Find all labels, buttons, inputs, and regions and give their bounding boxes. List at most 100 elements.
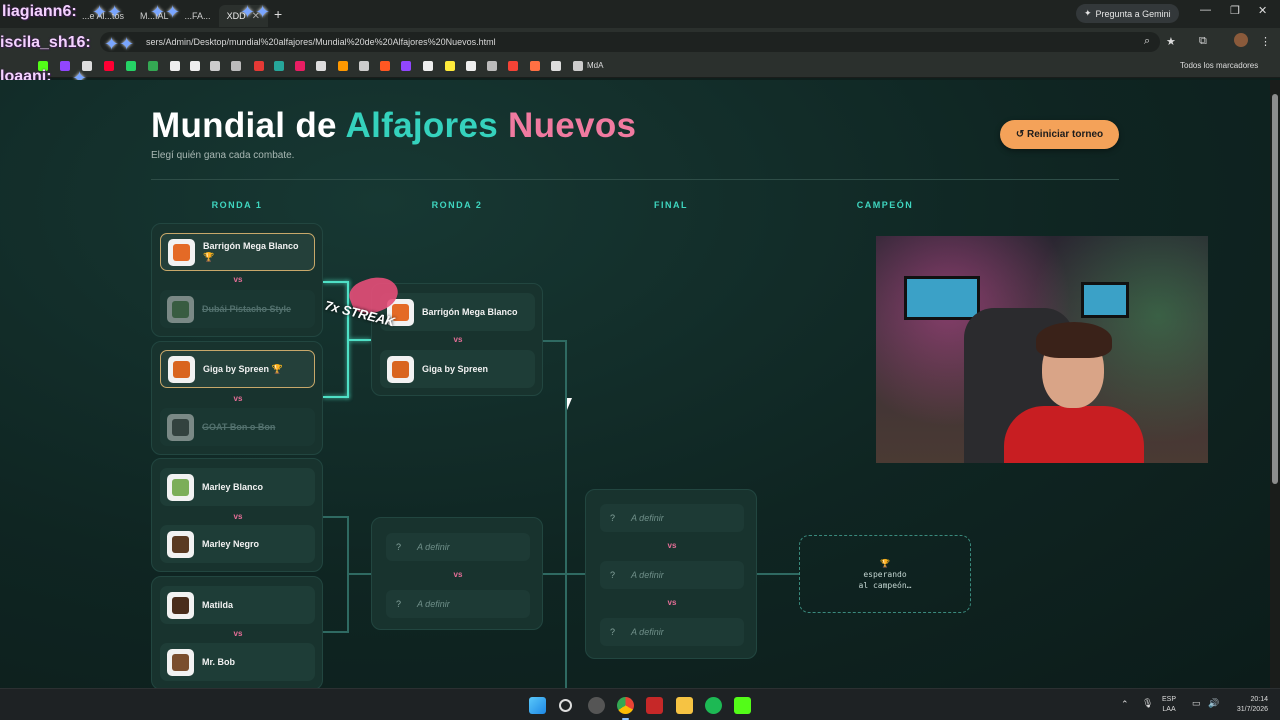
volume-icon[interactable]: 🔊 (1208, 698, 1219, 708)
alfajor-thumbnail (168, 355, 195, 383)
vs-label: vs (453, 335, 463, 344)
bookmark-icon[interactable] (316, 61, 326, 71)
contestant[interactable]: Barrigón Mega Blanco (380, 293, 535, 331)
scrollbar-thumb[interactable] (1272, 94, 1278, 484)
app-icon[interactable] (646, 697, 663, 714)
bracket-line (323, 281, 349, 283)
youtube-icon[interactable] (104, 61, 114, 71)
reset-tournament-button[interactable]: ↺ Reiniciar torneo (1000, 120, 1119, 149)
contestant-name: Giga by Spreen (203, 363, 270, 374)
webcam-streamer (1004, 322, 1144, 463)
menu-icon[interactable]: ⋮ (1260, 35, 1271, 48)
twitch-icon[interactable] (60, 61, 70, 71)
minimize-icon[interactable]: — (1200, 4, 1211, 16)
chart-icon[interactable] (210, 61, 220, 71)
bookmark-icon[interactable] (401, 61, 411, 71)
bookmark-mda[interactable]: MdA (587, 61, 603, 70)
search-icon[interactable] (559, 699, 572, 712)
contestant-eliminated[interactable]: GOAT Bon o Bon (160, 408, 315, 446)
bookmark-icon[interactable] (551, 61, 561, 71)
microphone-icon[interactable]: 🎙 (1142, 698, 1153, 708)
vs-label: vs (233, 394, 243, 403)
bookmark-icon[interactable] (274, 61, 284, 71)
round2-match: ? A definir vs ? A definir (371, 517, 543, 630)
bolt-icon[interactable] (254, 61, 264, 71)
column-header-final: FINAL (654, 200, 688, 210)
profile-avatar[interactable] (1234, 33, 1248, 47)
bookmark-icon[interactable] (573, 61, 583, 71)
bracket-line (349, 339, 371, 341)
contestant-name: GOAT Bon o Bon (202, 421, 276, 432)
alfajor-thumbnail (167, 648, 194, 676)
contestant-winner[interactable]: Giga by Spreen 🏆 (160, 350, 315, 388)
bracket-line (323, 631, 349, 633)
contestant-name: Matilda (202, 599, 234, 610)
url-field[interactable]: sers/Admin/Desktop/mundial%20alfajores/M… (100, 32, 1160, 52)
contestant-winner[interactable]: Barrigón Mega Blanco 🏆 (160, 233, 315, 271)
page-scrollbar[interactable] (1270, 80, 1280, 688)
round1-match: Marley Blanco vs Marley Negro (151, 458, 323, 572)
clock[interactable]: 20:14 31/7/2026 (1228, 695, 1268, 715)
alfajor-thumbnail (167, 295, 194, 323)
webcam-monitor (1081, 282, 1129, 318)
bookmark-icon[interactable] (466, 61, 476, 71)
contestant[interactable]: Matilda (160, 586, 315, 624)
whatsapp-icon[interactable] (126, 61, 136, 71)
address-bar-row: sers/Admin/Desktop/mundial%20alfajores/M… (0, 28, 1280, 56)
bookmark-icon[interactable] (190, 61, 200, 71)
gemini-button[interactable]: ✦ Pregunta a Gemini (1076, 4, 1179, 23)
folder-icon[interactable] (676, 697, 693, 714)
bookmark-icon[interactable] (423, 61, 433, 71)
globe-icon[interactable] (231, 61, 241, 71)
language-indicator[interactable]: ESP LAA (1162, 695, 1176, 715)
location-icon[interactable] (508, 61, 518, 71)
app-icon[interactable] (588, 697, 605, 714)
bookmark-icon[interactable] (445, 61, 455, 71)
chevron-up-icon[interactable]: ⌃ (1121, 699, 1129, 709)
final-match: ? A definir vs ? A definir vs ? A definir (585, 489, 757, 659)
kick-icon[interactable] (734, 697, 751, 714)
browser-tab[interactable]: ...FA... (177, 5, 219, 27)
alfajor-thumbnail (167, 413, 194, 441)
bookmark-icon[interactable] (380, 61, 390, 71)
alfajor-thumbnail (168, 238, 195, 266)
contestant[interactable]: Mr. Bob (160, 643, 315, 681)
vs-label: vs (453, 570, 463, 579)
vs-label: vs (667, 541, 677, 550)
contestant-name: Marley Blanco (202, 481, 264, 492)
tbd-slot: ? A definir (600, 561, 744, 589)
contestant-eliminated[interactable]: Dubái Pistacho Style (160, 290, 315, 328)
all-bookmarks-link[interactable]: Todos los marcadores (1180, 61, 1258, 70)
drive-icon[interactable] (148, 61, 158, 71)
windows-start-icon[interactable] (529, 697, 546, 714)
star-icon[interactable]: ★ (1166, 35, 1176, 48)
bookmark-icon[interactable] (170, 61, 180, 71)
round1-match: Barrigón Mega Blanco 🏆 vs Dubái Pistacho … (151, 223, 323, 337)
chrome-icon[interactable] (617, 697, 634, 714)
bookmark-icon[interactable] (295, 61, 305, 71)
contestant[interactable]: Giga by Spreen (380, 350, 535, 388)
window-close-icon[interactable]: ✕ (1258, 4, 1267, 17)
network-icon[interactable]: ▭ (1192, 698, 1201, 708)
maximize-icon[interactable]: ❐ (1230, 4, 1240, 17)
bookmark-icon[interactable] (530, 61, 540, 71)
new-tab-icon[interactable]: + (274, 6, 282, 22)
contestant[interactable]: Marley Blanco (160, 468, 315, 506)
round2-match: Barrigón Mega Blanco vs Giga by Spreen (371, 283, 543, 396)
bookmarks-bar: MdA Todos los marcadores (0, 56, 1280, 78)
column-header-champion: CAMPEÓN (856, 200, 914, 210)
taskbar: ⌃ 🎙 ESP LAA ▭ 🔊 20:14 31/7/2026 (0, 688, 1280, 720)
trophy-icon: 🏆 (271, 363, 283, 374)
extensions-icon[interactable]: ⧉ (1199, 35, 1207, 48)
sparkle-icon: ✦✦ (240, 2, 271, 22)
spotify-icon[interactable] (705, 697, 722, 714)
bracket-line (565, 340, 567, 688)
contestant[interactable]: Marley Negro (160, 525, 315, 563)
bracket-line (757, 573, 799, 575)
bookmark-icon[interactable] (359, 61, 369, 71)
browser-tab-bar: ...e Al...tos M...IAL ...FA... XDD ✕ + ✦ P… (0, 0, 1280, 28)
round1-match: Giga by Spreen 🏆 vs GOAT Bon o Bon (151, 341, 323, 455)
bookmark-icon[interactable] (338, 61, 348, 71)
zoom-icon[interactable]: ⌕ (1144, 35, 1150, 48)
bookmark-icon[interactable] (487, 61, 497, 71)
